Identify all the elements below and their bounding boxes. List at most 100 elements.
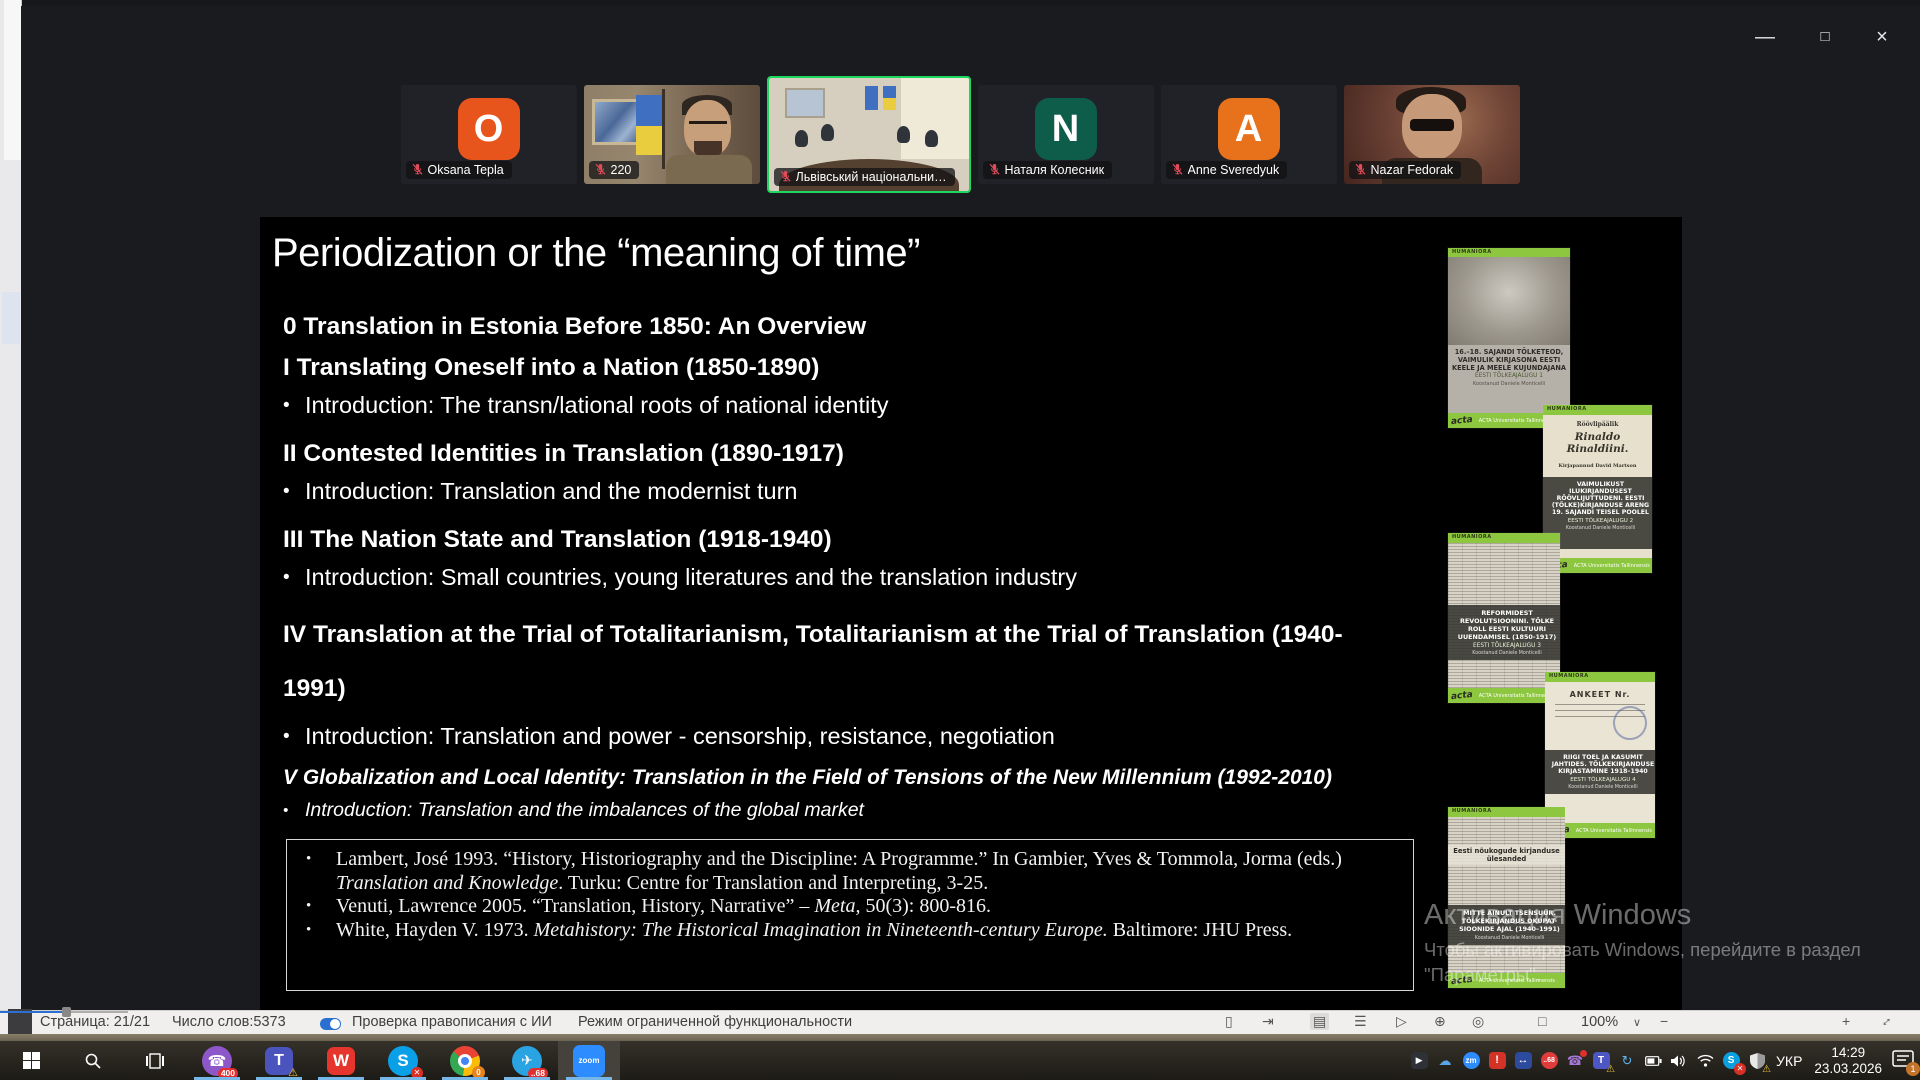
page-view-icon[interactable]: ▯ xyxy=(1225,1013,1233,1030)
participants-row: O Oksana Tepla 220 xyxy=(0,72,1920,196)
maximize-button[interactable]: □ xyxy=(1805,22,1845,52)
zoom-tray-icon[interactable]: zm xyxy=(1462,1052,1480,1070)
viber-icon: ☎ 400 xyxy=(202,1046,232,1076)
zoom-in-button[interactable]: + xyxy=(1842,1013,1850,1029)
action-center-button[interactable]: 1 xyxy=(1892,1050,1916,1072)
onedrive-icon[interactable]: ☁ xyxy=(1436,1052,1454,1070)
flag-pole xyxy=(662,89,665,169)
hidden-icons-button[interactable]: ▶ xyxy=(1410,1052,1428,1070)
book-tag: HUMANIORA xyxy=(1448,533,1560,543)
avatar: N xyxy=(1035,98,1097,160)
sync-tray-icon[interactable]: ↻ xyxy=(1618,1052,1636,1070)
taskbar-clock[interactable]: 14:29 23.03.2026 xyxy=(1814,1045,1882,1077)
eye-protect-icon[interactable]: ◎ xyxy=(1472,1013,1484,1030)
bullet-marker: • xyxy=(283,391,305,420)
reference-item: • Venuti, Lawrence 2005. “Translation, H… xyxy=(300,895,1400,919)
participant-tile-oksana-tepla[interactable]: O Oksana Tepla xyxy=(401,85,577,184)
language-indicator[interactable]: УКР xyxy=(1776,1053,1802,1069)
wifi-icon[interactable] xyxy=(1696,1052,1714,1070)
search-button[interactable] xyxy=(62,1041,124,1080)
notification-badge: 1 xyxy=(1906,1062,1920,1076)
participant-nameplate: Львівський національни… xyxy=(774,168,955,186)
book-editor: Koostanud Daniele Monticelli xyxy=(1546,526,1652,531)
participant-tile-anne-sveredyuk[interactable]: A Anne Sveredyuk xyxy=(1161,85,1337,184)
outline-view-icon[interactable]: ☰ xyxy=(1354,1013,1367,1030)
teamviewer-icon[interactable]: ↔ xyxy=(1514,1052,1532,1070)
slide-bullet: • Introduction: The transn/lational root… xyxy=(283,391,1572,420)
participant-nameplate: Oksana Tepla xyxy=(406,161,512,179)
print-layout-icon[interactable]: ▤ xyxy=(1310,1013,1329,1030)
teams-tray-icon[interactable]: T⚠ xyxy=(1592,1052,1610,1070)
avatar: O xyxy=(458,98,520,160)
acta-logo: acta xyxy=(1451,414,1474,426)
task-view-button[interactable] xyxy=(124,1041,186,1080)
person-silhouette xyxy=(666,155,752,184)
zoom-slider-knob[interactable] xyxy=(62,1007,71,1017)
participant-tile-natalia-kolesnik[interactable]: N Наталя Колесник xyxy=(978,85,1154,184)
slide-heading: 0 Translation in Estonia Before 1850: An… xyxy=(283,312,1572,341)
taskbar-app-skype[interactable]: S ✕ xyxy=(372,1041,434,1080)
start-button[interactable] xyxy=(0,1041,62,1080)
participant-nameplate: Anne Sveredyuk xyxy=(1166,161,1288,179)
notification-count-icon[interactable]: ..68 xyxy=(1540,1052,1558,1070)
search-icon xyxy=(84,1052,102,1070)
book-title: RIIGI TOEL JA KASUMIT JAHTIDES. TÕLKEKIR… xyxy=(1548,754,1655,775)
defender-icon[interactable]: ⚠ xyxy=(1748,1052,1766,1070)
desktop-wallpaper-sliver xyxy=(0,1034,1920,1041)
web-layout-icon[interactable]: ⊕ xyxy=(1434,1013,1446,1030)
slide-heading: III The Nation State and Translation (19… xyxy=(283,525,1572,554)
mic-off-icon xyxy=(1354,163,1367,176)
taskbar-app-teams[interactable]: T ⚠ xyxy=(248,1041,310,1080)
participant-nameplate: 220 xyxy=(589,161,640,179)
close-button[interactable]: × xyxy=(1862,22,1902,52)
taskbar-app-zoom[interactable]: zoom xyxy=(558,1041,620,1080)
page-indicator[interactable]: Страница: 21/21 xyxy=(40,1014,150,1030)
taskbar-app-telegram[interactable]: ✈ ..68 xyxy=(496,1041,558,1080)
zoom-out-button[interactable]: − xyxy=(1660,1013,1668,1029)
skype-tray-icon[interactable]: S✕ xyxy=(1722,1052,1740,1070)
zoom-slider[interactable] xyxy=(0,1011,128,1013)
compatibility-mode-label: Режим ограниченной функциональности xyxy=(578,1014,852,1030)
mic-off-icon xyxy=(411,163,424,176)
red-dot-badge xyxy=(1580,1050,1587,1057)
zoom-level[interactable]: 100% xyxy=(1581,1014,1618,1030)
person-silhouette xyxy=(897,126,910,143)
taskbar-app-chrome[interactable]: 0 xyxy=(434,1041,496,1080)
export-view-icon[interactable]: ⇥ xyxy=(1262,1013,1274,1030)
clock-time: 14:29 xyxy=(1814,1045,1882,1061)
spellcheck-label[interactable]: Проверка правописания с ИИ xyxy=(352,1014,552,1030)
battery-icon[interactable] xyxy=(1644,1052,1662,1070)
book-series: EESTI TÕLKEAJALUGU 2 xyxy=(1546,518,1652,524)
play-slideshow-icon[interactable]: ▷ xyxy=(1396,1013,1407,1030)
taskbar-app-wps[interactable]: W xyxy=(310,1041,372,1080)
fit-page-icon[interactable]: □ xyxy=(1538,1013,1546,1029)
viber-tray-icon[interactable]: ☎ xyxy=(1566,1052,1584,1070)
participant-name: Наталя Колесник xyxy=(1005,163,1105,177)
chevron-down-icon[interactable]: ∨ xyxy=(1633,1016,1641,1029)
flag xyxy=(865,86,878,110)
participant-name: Anne Sveredyuk xyxy=(1188,163,1280,177)
speaker-icon[interactable] xyxy=(1670,1052,1688,1070)
mic-off-icon xyxy=(594,163,607,176)
book-title: REFORMIDEST REVOLUTSIOONINI. TÕLKE ROLL … xyxy=(1451,609,1560,641)
alert-tray-icon[interactable]: ! xyxy=(1488,1052,1506,1070)
participant-tile-lviv-national[interactable]: Львівський національни… xyxy=(767,76,971,193)
word-count[interactable]: Число слов:5373 xyxy=(172,1014,286,1030)
slide-heading: II Contested Identities in Translation (… xyxy=(283,439,1572,468)
slide-bullet: • Introduction: Translation and the mode… xyxy=(283,477,1572,506)
stamp xyxy=(1609,702,1650,743)
book-heading: Eesti nõukogude kirjanduse ülesanded xyxy=(1448,845,1565,865)
viber-badge: 400 xyxy=(218,1068,238,1079)
participant-tile-nazar-fedorak[interactable]: Nazar Fedorak xyxy=(1344,85,1520,184)
book-series: EESTI TÕLKEAJALUGU 3 xyxy=(1451,643,1560,649)
book-publisher: ACTA Universitatis Tallinnensis xyxy=(1574,563,1650,569)
minimize-button[interactable]: — xyxy=(1745,22,1785,52)
full-screen-icon[interactable]: ↕ xyxy=(1879,1013,1895,1029)
book-tag: HUMANIORA xyxy=(1545,672,1655,682)
slide-bullet: • Introduction: Small countries, young l… xyxy=(283,563,1572,592)
ukraine-flag xyxy=(636,95,663,155)
person-silhouette xyxy=(795,130,808,147)
spellcheck-toggle[interactable] xyxy=(320,1018,341,1030)
participant-tile-220[interactable]: 220 xyxy=(584,85,760,184)
taskbar-app-viber[interactable]: ☎ 400 xyxy=(186,1041,248,1080)
